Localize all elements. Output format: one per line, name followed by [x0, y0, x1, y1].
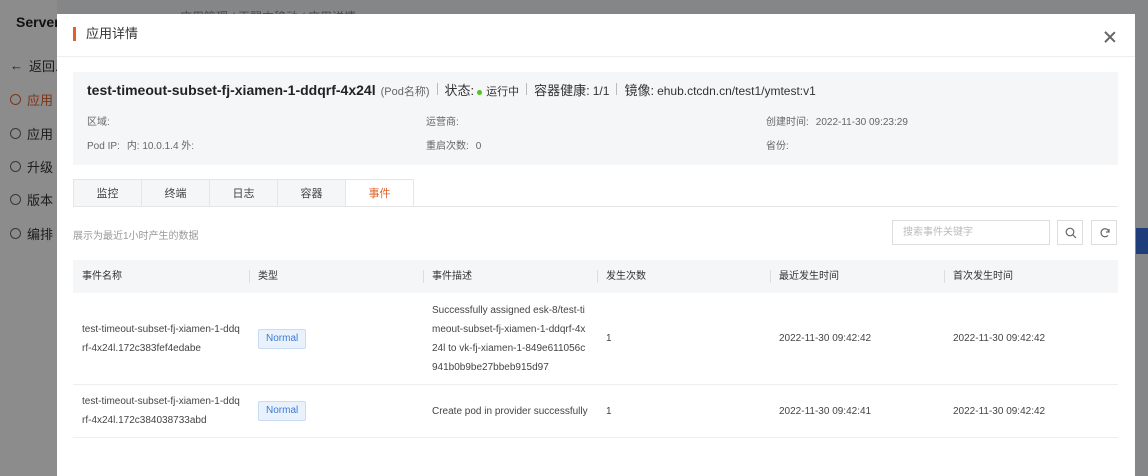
app-detail-modal: 应用详情 test-timeout-subset-fj-xiamen-1-ddq…: [57, 14, 1135, 476]
event-type: Normal: [249, 401, 423, 421]
tab-monitor[interactable]: 监控: [73, 179, 141, 207]
column-header: 首次发生时间: [944, 260, 1118, 293]
status-label: 状态:: [444, 83, 475, 98]
event-description: Successfully assigned esk-8/test-timeout…: [432, 304, 586, 373]
detail-tabs: 监控 终端 日志 容器 事件: [73, 179, 414, 207]
event-last-time: 2022-11-30 09:42:41: [779, 405, 872, 417]
column-header: 最近发生时间: [770, 260, 944, 293]
column-header: 事件名称: [82, 271, 122, 282]
column-header: 事件描述: [423, 260, 597, 293]
table-row: test-timeout-subset-fj-xiamen-1-ddqrf-4x…: [73, 293, 1118, 385]
image-value: ehub.ctcdn.cn/test1/ymtest:v1: [657, 84, 816, 98]
pod-summary: test-timeout-subset-fj-xiamen-1-ddqrf-4x…: [87, 80, 816, 99]
tabs-divider: [73, 206, 1118, 207]
operator-field: 运营商:: [426, 117, 459, 128]
table-row: test-timeout-subset-fj-xiamen-1-ddqrf-4x…: [73, 385, 1118, 438]
divider: [526, 83, 528, 95]
event-name: test-timeout-subset-fj-xiamen-1-ddqrf-4x…: [82, 323, 240, 354]
divider: [616, 83, 618, 95]
restart-count-field: 重启次数: 0: [426, 141, 482, 152]
pod-name: test-timeout-subset-fj-xiamen-1-ddqrf-4x…: [87, 82, 376, 98]
tab-terminal[interactable]: 终端: [141, 179, 209, 207]
event-last-time: 2022-11-30 09:42:42: [779, 333, 872, 344]
events-table: 事件名称 类型 事件描述 发生次数 最近发生时间 首次发生时间 test-tim…: [73, 260, 1118, 438]
image-label: 镜像:: [624, 83, 655, 98]
divider: [436, 83, 438, 95]
health-value: 1/1: [592, 84, 610, 98]
event-count: 1: [606, 405, 612, 417]
region-field: 区域:: [87, 117, 110, 128]
type-badge: Normal: [258, 328, 307, 349]
table-header: 事件名称 类型 事件描述 发生次数 最近发生时间 首次发生时间: [73, 260, 1118, 293]
created-time-field: 创建时间: 2022-11-30 09:23:29: [766, 117, 908, 128]
event-first-time: 2022-11-30 09:42:42: [953, 405, 1046, 417]
search-icon: [1065, 227, 1077, 239]
tab-containers[interactable]: 容器: [277, 179, 345, 207]
health-label: 容器健康:: [534, 83, 590, 98]
events-hint: 展示为最近1小时产生的数据: [73, 231, 199, 242]
refresh-icon: [1100, 228, 1110, 238]
modal-header: 应用详情: [57, 14, 1135, 57]
event-description: Create pod in provider successfully: [432, 405, 588, 417]
event-type: Normal: [249, 328, 423, 349]
tab-logs[interactable]: 日志: [209, 179, 277, 207]
event-count: 1: [606, 333, 612, 344]
event-search-input[interactable]: [892, 220, 1050, 245]
column-header: 类型: [249, 260, 423, 293]
status-value: 运行中: [486, 86, 520, 98]
type-badge: Normal: [258, 401, 307, 421]
tab-events[interactable]: 事件: [345, 179, 414, 207]
status-dot-icon: [477, 90, 483, 95]
pod-name-suffix: (Pod名称): [380, 86, 430, 98]
close-icon[interactable]: [1103, 30, 1117, 44]
pod-info-card: test-timeout-subset-fj-xiamen-1-ddqrf-4x…: [73, 72, 1118, 165]
modal-title: 应用详情: [73, 27, 138, 41]
refresh-button[interactable]: [1091, 220, 1117, 245]
pod-ip-field: Pod IP: 内: 10.0.1.4 外:: [87, 141, 195, 152]
event-first-time: 2022-11-30 09:42:42: [953, 333, 1046, 344]
event-name: test-timeout-subset-fj-xiamen-1-ddqrf-4x…: [82, 396, 240, 426]
province-field: 省份:: [766, 141, 789, 152]
column-header: 发生次数: [597, 260, 770, 293]
search-button[interactable]: [1057, 220, 1083, 245]
